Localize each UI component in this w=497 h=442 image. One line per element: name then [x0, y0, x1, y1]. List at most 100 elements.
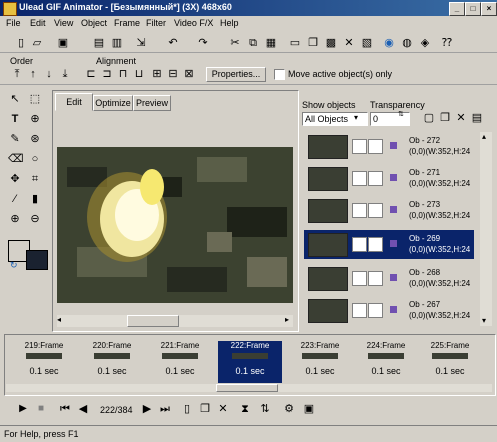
text-tool-icon[interactable]: T: [8, 112, 22, 126]
tab-edit[interactable]: Edit: [55, 93, 93, 111]
duplicate-frame-icon[interactable]: ❐: [306, 36, 320, 50]
center-horizontal-icon[interactable]: ⊞: [150, 67, 164, 81]
duplicate-frame-small-icon[interactable]: ❐: [198, 402, 212, 416]
lock-checkbox[interactable]: [368, 271, 383, 286]
reverse-frames-icon[interactable]: ⇅: [258, 402, 272, 416]
export-frames-icon[interactable]: ▣: [302, 402, 316, 416]
menu-file[interactable]: File: [6, 18, 21, 28]
visibility-checkbox[interactable]: [352, 203, 367, 218]
frame-thumbnail[interactable]: 225:Frame 0.1 sec: [418, 341, 482, 383]
send-backward-icon[interactable]: ↓: [42, 67, 56, 81]
add-frame-small-icon[interactable]: ▯: [180, 402, 194, 416]
bring-to-front-icon[interactable]: ⤒: [10, 67, 24, 81]
delete-object-icon[interactable]: ✕: [454, 111, 468, 125]
transparency-spinner[interactable]: 0: [370, 112, 410, 126]
align-right-icon[interactable]: ⊐: [100, 67, 114, 81]
lock-checkbox[interactable]: [368, 237, 383, 252]
lock-checkbox[interactable]: [368, 139, 383, 154]
background-color-swatch[interactable]: [26, 250, 48, 270]
swap-colors-icon[interactable]: ↻: [10, 260, 18, 271]
help-pointer-icon[interactable]: ⁇: [440, 36, 454, 50]
web-icon[interactable]: ◉: [382, 36, 396, 50]
frame-thumbnail-selected[interactable]: 222:Frame 0.1 sec: [218, 341, 282, 383]
zoom-in-icon[interactable]: ⊕: [8, 212, 22, 226]
copy-icon[interactable]: ⧉: [246, 36, 260, 50]
scroll-down-icon[interactable]: ▾: [482, 316, 486, 325]
tab-preview[interactable]: Preview: [133, 95, 171, 111]
optimize-icon[interactable]: ◈: [418, 36, 432, 50]
lock-checkbox[interactable]: [368, 171, 383, 186]
scroll-left-icon[interactable]: ◂: [57, 315, 61, 324]
frame-thumbnail[interactable]: 219:Frame 0.1 sec: [12, 341, 76, 383]
ellipse-tool-icon[interactable]: ○: [28, 152, 42, 166]
frame-delay[interactable]: 0.1 sec: [354, 366, 418, 376]
duplicate-object-icon[interactable]: ❐: [438, 111, 452, 125]
frames-scrollbar[interactable]: [6, 384, 492, 392]
preview-browser-icon[interactable]: ◍: [400, 36, 414, 50]
align-top-icon[interactable]: ⊓: [116, 67, 130, 81]
stop-icon[interactable]: ■: [34, 402, 48, 416]
object-row[interactable]: Ob - 271 (0,0)(W:352,H:24: [304, 164, 474, 193]
visibility-checkbox[interactable]: [352, 271, 367, 286]
lock-checkbox[interactable]: [368, 303, 383, 318]
scroll-right-icon[interactable]: ▸: [285, 315, 289, 324]
object-properties-icon[interactable]: ▤: [470, 111, 484, 125]
save-icon[interactable]: ▣: [56, 36, 70, 50]
scroll-thumb[interactable]: [127, 315, 179, 327]
paste-icon[interactable]: ▦: [264, 36, 278, 50]
menu-filter[interactable]: Filter: [146, 18, 166, 28]
properties-button[interactable]: Properties...: [206, 67, 266, 82]
paint-tool-icon[interactable]: ✎: [8, 132, 22, 146]
frame-delay[interactable]: 0.1 sec: [148, 366, 212, 376]
menu-view[interactable]: View: [54, 18, 73, 28]
close-button[interactable]: ×: [481, 2, 497, 16]
add-frame-icon[interactable]: ▭: [288, 36, 302, 50]
send-to-back-icon[interactable]: ⤓: [58, 67, 72, 81]
frame-delay[interactable]: 0.1 sec: [288, 366, 352, 376]
menu-frame[interactable]: Frame: [114, 18, 140, 28]
frame-thumbnail[interactable]: 220:Frame 0.1 sec: [80, 341, 144, 383]
lock-checkbox[interactable]: [368, 203, 383, 218]
frames-scroll-thumb[interactable]: [216, 384, 278, 392]
maximize-button[interactable]: □: [465, 2, 481, 16]
frame-delay[interactable]: 0.1 sec: [418, 366, 482, 376]
menu-help[interactable]: Help: [220, 18, 239, 28]
spinner-icon[interactable]: ⇅: [398, 110, 404, 118]
frame-thumbnail[interactable]: 221:Frame 0.1 sec: [148, 341, 212, 383]
bring-forward-icon[interactable]: ↑: [26, 67, 40, 81]
lasso-tool-icon[interactable]: ⊕: [28, 112, 42, 126]
cut-icon[interactable]: ✂: [228, 36, 242, 50]
visibility-checkbox[interactable]: [352, 237, 367, 252]
add-video-icon[interactable]: ▥: [110, 36, 124, 50]
frame-delay[interactable]: 0.1 sec: [218, 366, 282, 376]
frame-thumbnail[interactable]: 224:Frame 0.1 sec: [354, 341, 418, 383]
menu-edit[interactable]: Edit: [30, 18, 46, 28]
add-images-icon[interactable]: ▤: [92, 36, 106, 50]
eraser-tool-icon[interactable]: ⌫: [8, 152, 24, 166]
import-icon[interactable]: ⇲: [134, 36, 148, 50]
object-row[interactable]: Ob - 268 (0,0)(W:352,H:24: [304, 264, 474, 293]
horizontal-scrollbar[interactable]: ◂ ▸: [57, 315, 293, 327]
zoom-out-icon[interactable]: ⊖: [28, 212, 42, 226]
open-file-icon[interactable]: ▱: [30, 36, 44, 50]
tab-optimize[interactable]: Optimize: [93, 95, 133, 111]
frame-thumbnail[interactable]: 223:Frame 0.1 sec: [288, 341, 352, 383]
tween-icon[interactable]: ▩: [324, 36, 338, 50]
play-icon[interactable]: ▶: [16, 402, 30, 416]
clone-tool-icon[interactable]: ⊛: [28, 132, 42, 146]
transform-tool-icon[interactable]: ✥: [8, 172, 22, 186]
visibility-checkbox[interactable]: [352, 171, 367, 186]
pick-tool-icon[interactable]: ↖: [8, 92, 22, 106]
delete-frame-small-icon[interactable]: ✕: [216, 402, 230, 416]
scroll-up-icon[interactable]: ▴: [482, 132, 486, 141]
first-frame-icon[interactable]: ⏮: [58, 402, 72, 416]
tween-small-icon[interactable]: ⧗: [238, 402, 252, 416]
next-frame-icon[interactable]: ▶: [140, 402, 154, 416]
eyedropper-tool-icon[interactable]: ⁄: [8, 192, 22, 206]
center-vertical-icon[interactable]: ⊟: [166, 67, 180, 81]
chevron-down-icon[interactable]: ▾: [354, 113, 358, 122]
crop-tool-icon[interactable]: ⌗: [28, 172, 42, 186]
frame-properties-icon[interactable]: ▧: [360, 36, 374, 50]
image-canvas[interactable]: [57, 147, 293, 303]
frame-delay[interactable]: 0.1 sec: [12, 366, 76, 376]
